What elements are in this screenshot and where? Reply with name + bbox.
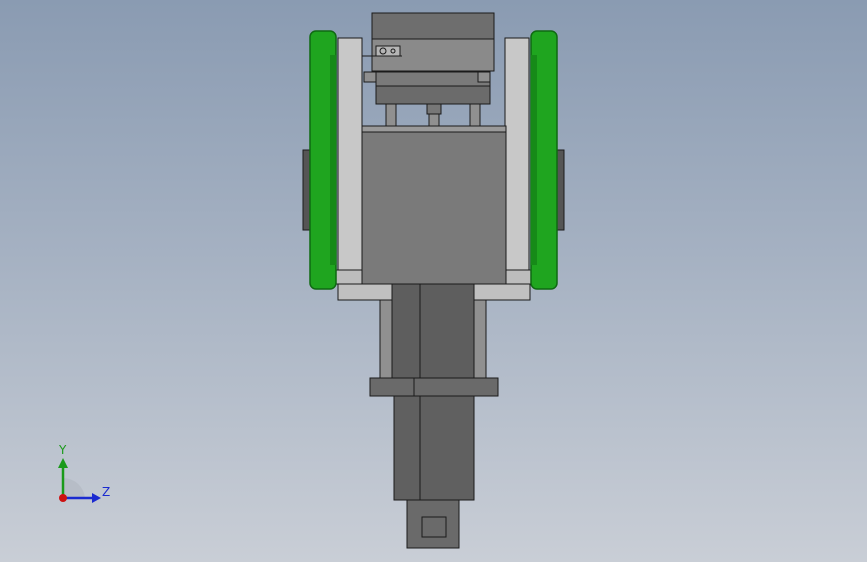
right-frame-plate[interactable] — [502, 37, 534, 285]
y-axis-label: Y — [58, 443, 67, 457]
right-green-wheel[interactable] — [530, 30, 565, 290]
graphics-viewport[interactable]: Y Z — [0, 0, 867, 562]
left-frame-plate[interactable] — [333, 37, 365, 285]
motor-flange[interactable] — [369, 377, 499, 397]
orientation-triad[interactable]: Y Z — [40, 438, 130, 518]
top-gearbox[interactable] — [362, 12, 495, 105]
z-axis-label: Z — [102, 485, 110, 499]
y-arrow-head-icon — [58, 458, 68, 468]
lower-motor[interactable] — [393, 395, 475, 501]
z-arrow-head-icon — [92, 493, 101, 503]
upper-motor[interactable] — [379, 283, 487, 379]
left-green-wheel[interactable] — [302, 30, 337, 290]
support-posts — [385, 103, 481, 129]
end-connector[interactable] — [406, 499, 460, 549]
cad-model-view[interactable] — [0, 0, 867, 562]
central-body[interactable] — [361, 125, 507, 285]
x-axis-origin-dot — [59, 494, 67, 502]
